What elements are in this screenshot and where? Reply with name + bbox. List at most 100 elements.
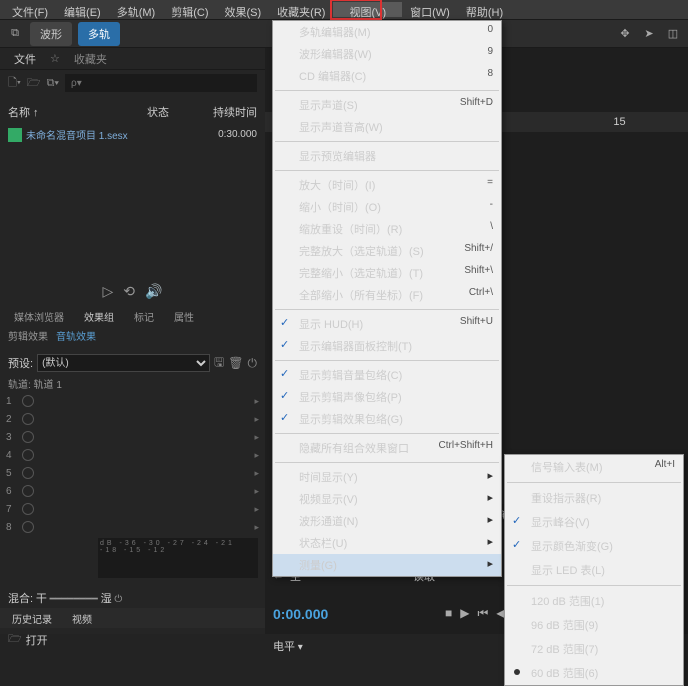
mi-time-display[interactable]: 时间显示(Y)▸ bbox=[273, 466, 501, 488]
menu-file[interactable]: 文件(F) bbox=[4, 2, 56, 17]
effects-tabs: 媒体浏览器 效果组 标记 属性 bbox=[0, 306, 265, 328]
col-duration[interactable]: 持续时间 bbox=[197, 104, 257, 120]
mi-led-meters[interactable]: 显示 LED 表(L) bbox=[505, 558, 683, 582]
mi-clip-vol-env[interactable]: ✓显示剪辑音量包络(C) bbox=[273, 364, 501, 386]
mi-zoom-out-track[interactable]: 完整缩小（选定轨道）(T)Shift+\ bbox=[273, 262, 501, 284]
file-row[interactable]: 未命名混音项目 1.sesx 0:30.000 bbox=[8, 124, 257, 145]
tab-video[interactable]: 视频 bbox=[66, 608, 98, 628]
star-icon[interactable]: ☆ bbox=[50, 52, 60, 65]
mi-zoom-out[interactable]: 缩小（时间）(O)- bbox=[273, 196, 501, 218]
effect-slot[interactable]: 2▸ bbox=[0, 410, 265, 428]
effect-slot[interactable]: 4▸ bbox=[0, 446, 265, 464]
effect-slot[interactable]: 8▸ bbox=[0, 518, 265, 536]
tab-history[interactable]: 历史记录 bbox=[6, 608, 58, 628]
folder-icon: 🗁 bbox=[8, 630, 22, 649]
power-icon[interactable] bbox=[22, 521, 34, 533]
mi-zoom-out-all[interactable]: 全部缩小（所有坐标）(F)Ctrl+\ bbox=[273, 284, 501, 306]
mi-video-display[interactable]: 视频显示(V)▸ bbox=[273, 488, 501, 510]
power-icon[interactable]: ⏻ bbox=[248, 356, 258, 371]
effect-slot[interactable]: 6▸ bbox=[0, 482, 265, 500]
search-input[interactable] bbox=[65, 74, 257, 92]
menu-help[interactable]: 帮助(H) bbox=[458, 2, 511, 17]
tab-properties[interactable]: 属性 bbox=[166, 306, 202, 328]
mi-metering[interactable]: 测量(G)▸ bbox=[273, 554, 501, 576]
menu-clip[interactable]: 剪辑(C) bbox=[163, 2, 216, 17]
power-icon[interactable] bbox=[22, 467, 34, 479]
waveform-icon[interactable]: ⧉ bbox=[6, 25, 24, 43]
menu-fav[interactable]: 收藏夹(R) bbox=[269, 2, 333, 17]
mi-preview-editor[interactable]: 显示预览编辑器 bbox=[273, 145, 501, 167]
mi-zoom-in-track[interactable]: 完整放大（选定轨道）(S)Shift+/ bbox=[273, 240, 501, 262]
mi-clip-fx-env[interactable]: ✓显示剪辑效果包络(G) bbox=[273, 408, 501, 430]
effect-slot[interactable]: 1▸ bbox=[0, 392, 265, 410]
effect-slots: 1▸ 2▸ 3▸ 4▸ 5▸ 6▸ 7▸ 8▸ bbox=[0, 392, 265, 536]
power-icon[interactable] bbox=[22, 395, 34, 407]
col-state[interactable]: 状态 bbox=[147, 104, 197, 120]
mi-120db[interactable]: 120 dB 范围(1) bbox=[505, 589, 683, 613]
col-name[interactable]: 名称 ↑ bbox=[8, 104, 147, 120]
mi-show-editor-controls[interactable]: ✓显示编辑器面板控制(T) bbox=[273, 335, 501, 357]
mi-clip-pan-env[interactable]: ✓显示剪辑声像包络(P) bbox=[273, 386, 501, 408]
stop-button[interactable]: ■ bbox=[445, 606, 452, 621]
preset-row: 预设: (默认) 🖫 🗑 ⏻ bbox=[0, 352, 265, 374]
file-table: 名称 ↑ 状态 持续时间 未命名混音项目 1.sesx 0:30.000 bbox=[0, 96, 265, 149]
mi-show-valleys[interactable]: ✓显示峰谷(V) bbox=[505, 510, 683, 534]
mi-show-channels[interactable]: 显示声道(S)Shift+D bbox=[273, 94, 501, 116]
mi-72db[interactable]: 72 dB 范围(7) bbox=[505, 637, 683, 661]
subtab-clipfx[interactable]: 剪辑效果 bbox=[8, 328, 48, 348]
mi-multitrack-editor[interactable]: 多轨编辑器(M)0 bbox=[273, 21, 501, 43]
tab-waveform[interactable]: 波形 bbox=[30, 22, 72, 46]
mi-zoom-in[interactable]: 放大（时间）(I)= bbox=[273, 174, 501, 196]
effect-slot[interactable]: 5▸ bbox=[0, 464, 265, 482]
speaker-icon[interactable]: 🔊 bbox=[145, 283, 162, 300]
new-file-icon[interactable]: 🗋▾ bbox=[8, 74, 21, 93]
arrow-tool-icon[interactable]: ➤ bbox=[640, 25, 658, 43]
mi-signal-input[interactable]: 信号输入表(M)Alt+I bbox=[505, 455, 683, 479]
mi-60db[interactable]: 60 dB 范围(6) bbox=[505, 661, 683, 685]
skip-back-button[interactable]: ⏮ bbox=[477, 606, 488, 621]
mi-cd-editor[interactable]: CD 编辑器(C)8 bbox=[273, 65, 501, 87]
mi-show-hud[interactable]: ✓显示 HUD(H)Shift+U bbox=[273, 313, 501, 335]
power-icon[interactable] bbox=[22, 503, 34, 515]
menu-multi[interactable]: 多轨(M) bbox=[109, 2, 164, 17]
chevron-icon: ▸ bbox=[254, 396, 259, 407]
mi-reset-indicators[interactable]: 重设指示器(R) bbox=[505, 486, 683, 510]
loop-icon[interactable]: ⟲ bbox=[123, 283, 135, 300]
mi-waveform-editor[interactable]: 波形编辑器(W)9 bbox=[273, 43, 501, 65]
menu-view[interactable]: 视图(V) bbox=[333, 2, 402, 17]
files-tab[interactable]: 文件 bbox=[8, 49, 42, 69]
subtab-trackfx[interactable]: 音轨效果 bbox=[56, 328, 96, 348]
menu-edit[interactable]: 编辑(E) bbox=[56, 2, 109, 17]
record-icon[interactable]: ⧉▾ bbox=[47, 77, 59, 90]
history-item[interactable]: 🗁 打开 bbox=[8, 630, 48, 649]
menu-window[interactable]: 窗口(W) bbox=[402, 2, 458, 17]
power-icon[interactable] bbox=[22, 485, 34, 497]
menu-effect[interactable]: 效果(S) bbox=[217, 2, 270, 17]
favorites-tab[interactable]: 收藏夹 bbox=[68, 49, 113, 69]
preset-select[interactable]: (默认) bbox=[37, 354, 210, 372]
tab-multitrack[interactable]: 多轨 bbox=[78, 22, 120, 46]
mi-zoom-reset[interactable]: 缩放重设（时间）(R)\ bbox=[273, 218, 501, 240]
mi-96db[interactable]: 96 dB 范围(9) bbox=[505, 613, 683, 637]
check-icon: ✓ bbox=[280, 338, 289, 351]
mi-color-gradient[interactable]: ✓显示颜色渐变(G) bbox=[505, 534, 683, 558]
power-icon[interactable] bbox=[22, 449, 34, 461]
tab-media-browser[interactable]: 媒体浏览器 bbox=[6, 306, 72, 328]
move-tool-icon[interactable]: ✥ bbox=[616, 25, 634, 43]
mi-waveform-channels[interactable]: 波形通道(N)▸ bbox=[273, 510, 501, 532]
play-button[interactable]: ▶ bbox=[460, 606, 469, 621]
power-icon[interactable] bbox=[22, 431, 34, 443]
mi-status-bar[interactable]: 状态栏(U)▸ bbox=[273, 532, 501, 554]
tool-icon[interactable]: ◫ bbox=[664, 25, 682, 43]
delete-preset-icon[interactable]: 🗑 bbox=[228, 356, 243, 370]
tab-markers[interactable]: 标记 bbox=[126, 306, 162, 328]
mi-hide-fx-windows[interactable]: 隐藏所有组合效果窗口Ctrl+Shift+H bbox=[273, 437, 501, 459]
mi-show-pitch[interactable]: 显示声道音高(W) bbox=[273, 116, 501, 138]
save-preset-icon[interactable]: 🖫 bbox=[214, 353, 224, 374]
effect-slot[interactable]: 7▸ bbox=[0, 500, 265, 518]
power-icon[interactable] bbox=[22, 413, 34, 425]
open-file-icon[interactable]: 🗁 bbox=[27, 74, 41, 93]
play-icon[interactable]: ▷ bbox=[103, 283, 114, 300]
tab-effects-rack[interactable]: 效果组 bbox=[76, 306, 122, 328]
effect-slot[interactable]: 3▸ bbox=[0, 428, 265, 446]
